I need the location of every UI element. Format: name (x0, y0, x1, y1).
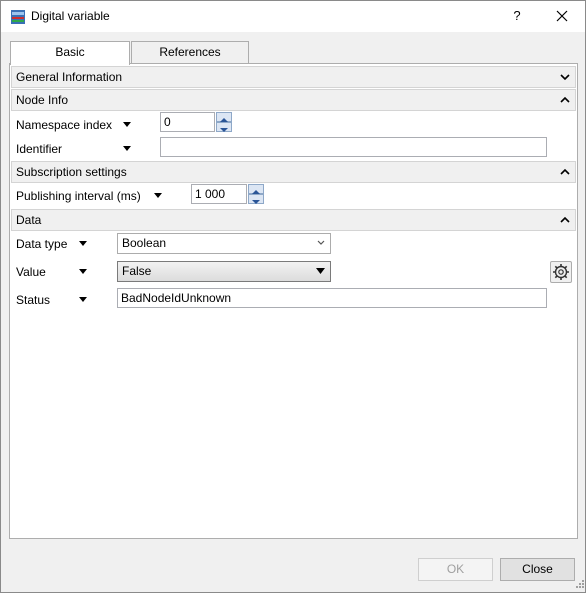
spin-down-button[interactable] (248, 194, 264, 204)
title-bar: Digital variable ? (1, 1, 585, 32)
chevron-up-icon[interactable] (560, 95, 570, 105)
data-type-label: Data type (16, 237, 68, 251)
section-general-information[interactable]: General Information (11, 66, 576, 88)
publishing-interval-input[interactable]: 1 000 (191, 184, 247, 204)
value-settings-button[interactable] (550, 261, 572, 283)
close-window-icon[interactable] (550, 5, 574, 27)
value-dropdown-icon[interactable] (79, 269, 87, 275)
dialog-window: Digital variable ? Basic References Gene… (0, 0, 586, 593)
tab-basic[interactable]: Basic (10, 41, 130, 65)
identifier-label: Identifier (16, 142, 63, 156)
chevron-down-icon (317, 240, 325, 245)
resize-grip-icon[interactable] (573, 579, 585, 591)
close-button[interactable]: Close (500, 558, 575, 581)
data-type-dropdown-icon[interactable] (79, 241, 87, 247)
value-value: False (122, 264, 152, 278)
section-data[interactable]: Data (11, 209, 576, 231)
help-button[interactable]: ? (505, 5, 529, 27)
section-node-info[interactable]: Node Info (11, 89, 576, 111)
chevron-down-icon[interactable] (560, 72, 570, 82)
value-label: Value (16, 265, 46, 279)
ok-button[interactable]: OK (418, 558, 493, 581)
data-type-value: Boolean (122, 236, 167, 250)
chevron-up-icon[interactable] (560, 167, 570, 177)
chevron-down-icon (316, 268, 325, 274)
status-label: Status (16, 293, 51, 307)
gear-icon (553, 264, 569, 280)
section-general-label: General Information (16, 70, 123, 84)
section-subscription-settings[interactable]: Subscription settings (11, 161, 576, 183)
status-field: BadNodeIdUnknown (117, 288, 547, 308)
status-dropdown-icon[interactable] (79, 297, 87, 303)
basic-panel: General Information Node Info Namespace … (9, 63, 578, 539)
tab-basic-label: Basic (55, 45, 85, 59)
namespace-index-label: Namespace index (16, 118, 113, 132)
data-type-select[interactable]: Boolean (117, 233, 331, 254)
section-subscription-label: Subscription settings (16, 165, 127, 179)
identifier-input[interactable] (160, 137, 547, 157)
app-icon (11, 10, 25, 24)
interval-dropdown-icon[interactable] (154, 193, 162, 199)
spin-up-button[interactable] (216, 112, 232, 122)
identifier-dropdown-icon[interactable] (123, 146, 131, 152)
publishing-interval-label: Publishing interval (ms) (16, 189, 141, 203)
namespace-index-spinner[interactable] (216, 112, 232, 132)
namespace-index-input[interactable]: 0 (160, 112, 215, 132)
publishing-interval-spinner[interactable] (248, 184, 264, 204)
namespace-dropdown-icon[interactable] (123, 122, 131, 128)
spin-down-icon (220, 128, 228, 132)
tab-references[interactable]: References (131, 41, 249, 63)
window-title: Digital variable (31, 9, 110, 23)
spin-down-icon (252, 200, 260, 204)
section-node-info-label: Node Info (16, 93, 69, 107)
spin-down-button[interactable] (216, 122, 232, 132)
spin-up-button[interactable] (248, 184, 264, 194)
chevron-up-icon[interactable] (560, 215, 570, 225)
value-select[interactable]: False (117, 261, 331, 282)
section-data-label: Data (16, 213, 42, 227)
tab-references-label: References (159, 45, 221, 59)
